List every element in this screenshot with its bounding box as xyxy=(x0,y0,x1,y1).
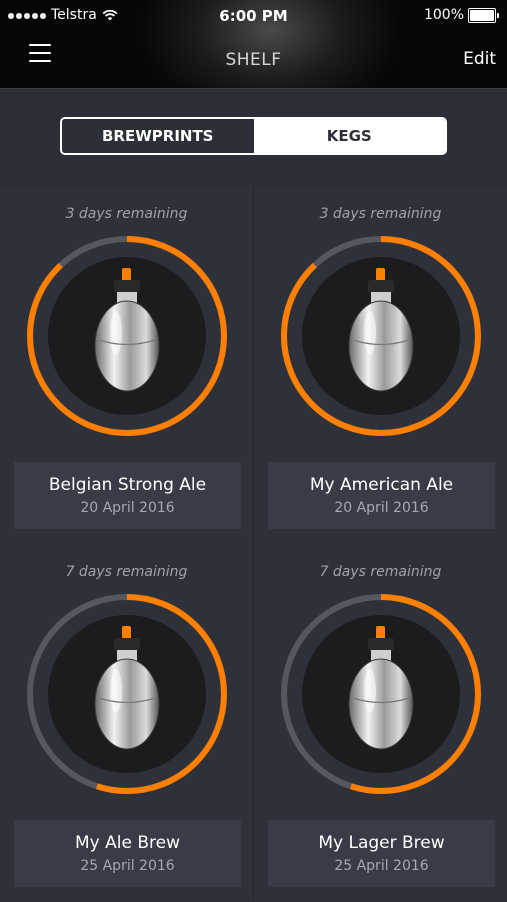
keg-card[interactable]: 3 days remaining My American Ale 20 Apri… xyxy=(254,187,507,544)
beer-name: My American Ale xyxy=(309,475,454,495)
tab-kegs[interactable]: KEGS xyxy=(253,119,445,153)
beer-name: My Lager Brew xyxy=(318,833,445,853)
keg-progress-ring xyxy=(281,594,481,794)
keg-progress-ring xyxy=(281,236,481,436)
brew-date: 25 April 2016 xyxy=(80,858,175,874)
battery-icon xyxy=(468,7,496,23)
keg-progress-ring xyxy=(27,236,227,436)
keg-label: My Ale Brew 25 April 2016 xyxy=(14,820,241,887)
beer-name: Belgian Strong Ale xyxy=(48,475,207,495)
brew-date: 20 April 2016 xyxy=(80,500,175,516)
days-remaining: 7 days remaining xyxy=(319,564,442,580)
keg-card[interactable]: 7 days remaining My Lager Brew 25 April … xyxy=(254,545,507,902)
keg-card[interactable]: 7 days remaining My Ale Brew 25 April 20… xyxy=(0,545,253,902)
keg-label: My Lager Brew 25 April 2016 xyxy=(268,820,495,887)
view-segmented-control: BREWPRINTS KEGS xyxy=(60,117,447,155)
keg-progress-ring xyxy=(27,594,227,794)
top-bar: Telstra 6:00 PM 100% SHELF Edit xyxy=(0,0,507,89)
beer-name: My Ale Brew xyxy=(75,833,180,853)
keg-label: Belgian Strong Ale 20 April 2016 xyxy=(14,462,241,529)
days-remaining: 3 days remaining xyxy=(319,206,442,222)
tab-brewprints[interactable]: BREWPRINTS xyxy=(62,119,254,153)
days-remaining: 7 days remaining xyxy=(65,564,188,580)
keg-card[interactable]: 3 days remaining Belgian Strong Ale 20 A… xyxy=(0,187,253,544)
battery-indicator: 100% xyxy=(424,7,499,23)
brew-date: 25 April 2016 xyxy=(334,858,429,874)
edit-button[interactable]: Edit xyxy=(463,49,496,69)
days-remaining: 3 days remaining xyxy=(65,206,188,222)
battery-percent: 100% xyxy=(423,7,464,23)
status-bar: Telstra 6:00 PM 100% xyxy=(0,0,507,32)
keg-label: My American Ale 20 April 2016 xyxy=(268,462,495,529)
page-title: SHELF xyxy=(225,50,282,70)
brew-date: 20 April 2016 xyxy=(334,500,429,516)
